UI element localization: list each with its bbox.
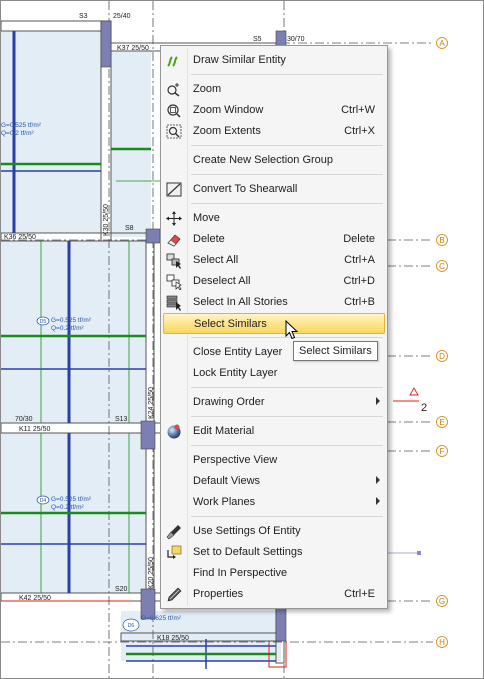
column-label-s8: S8 — [125, 225, 134, 232]
beam-label-k36: K36 25/50 — [4, 234, 36, 241]
menu-item-default-views[interactable]: Default Views — [163, 471, 385, 492]
menu-item-draw-similar-entity[interactable]: Draw Similar Entity — [163, 50, 385, 71]
menu-item-zoom-extents[interactable]: Zoom Extents Ctrl+X — [163, 121, 385, 142]
column-size-s3: 25/40 — [113, 13, 131, 20]
slab-tag-d1: D5 — [40, 319, 47, 325]
axis-label-e: E — [439, 418, 444, 427]
tooltip: Select Similars — [293, 341, 378, 361]
beam-label-k37: K37 25/50 — [117, 45, 149, 52]
load-q-slab1: Q=0.2 tf/m² — [1, 130, 35, 137]
menu-item-deselect-all[interactable]: Deselect All Ctrl+D — [163, 271, 385, 292]
axis-label-h: H — [439, 638, 445, 647]
eyedropper-icon — [165, 523, 183, 540]
load-q-slab2: Q=0.2 tf/m² — [51, 325, 85, 332]
beam-label-k18: K18 25/50 — [157, 635, 189, 642]
submenu-arrow-icon — [376, 497, 380, 505]
column-size-s13: 70/30 — [15, 416, 33, 423]
menu-item-zoom[interactable]: Zoom — [163, 79, 385, 100]
submenu-arrow-icon — [376, 476, 380, 484]
menu-item-properties[interactable]: Properties Ctrl+E — [163, 584, 385, 605]
axis-label-c: C — [439, 262, 445, 271]
slab-tag-d2: D4 — [40, 498, 47, 504]
menu-item-convert-to-shearwall[interactable]: Convert To Shearwall — [163, 179, 385, 200]
column-label-s20: S20 — [115, 586, 128, 593]
eraser-icon — [165, 231, 183, 248]
menu-item-select-similars[interactable]: Select Similars — [163, 313, 385, 334]
beam-label-k30: K30 25/50 — [103, 204, 110, 236]
menu-item-zoom-window[interactable]: Zoom Window Ctrl+W — [163, 100, 385, 121]
axis-label-b: B — [439, 236, 444, 245]
axis-label-f: F — [440, 447, 445, 456]
menu-item-select-all[interactable]: Select All Ctrl+A — [163, 250, 385, 271]
beam-label-k42: K42 25/50 — [19, 595, 51, 602]
menu-item-lock-entity-layer[interactable]: Lock Entity Layer — [163, 363, 385, 384]
level-number: 2 — [421, 402, 427, 414]
mouse-pointer-icon — [285, 320, 299, 340]
menu-item-use-settings-of-entity[interactable]: Use Settings Of Entity — [163, 521, 385, 542]
zoom-icon — [165, 81, 183, 98]
menu-item-create-selection-group[interactable]: Create New Selection Group — [163, 150, 385, 171]
convert-shearwall-icon — [165, 181, 183, 198]
column-label-s3: S3 — [79, 13, 88, 20]
menu-item-move[interactable]: Move — [163, 208, 385, 229]
default-settings-icon — [165, 544, 183, 561]
axis-label-d: D — [439, 352, 445, 361]
slab-tag-d4: D6 — [128, 623, 135, 629]
select-all-icon — [165, 252, 183, 269]
load-g-slab4: G=0.625 tf/m² — [141, 615, 182, 622]
move-icon — [165, 210, 183, 227]
axis-label-g: G — [439, 597, 445, 606]
column-size-s5: 30/70 — [287, 36, 305, 43]
menu-item-edit-material[interactable]: Edit Material — [163, 421, 385, 442]
zoom-window-icon — [165, 102, 183, 119]
menu-item-set-default-settings[interactable]: Set to Default Settings — [163, 542, 385, 563]
draw-similar-icon — [165, 52, 183, 69]
submenu-arrow-icon — [376, 397, 380, 405]
menu-item-drawing-order[interactable]: Drawing Order — [163, 392, 385, 413]
menu-item-find-in-perspective[interactable]: Find In Perspective — [163, 563, 385, 584]
beam-label-k11: K11 25/50 — [19, 426, 51, 433]
load-q-slab3: Q=0.2 tf/m² — [51, 504, 85, 511]
column-label-s13: S13 — [115, 416, 128, 423]
load-g-slab3: G=0.525 tf/m² — [51, 496, 92, 503]
load-g-slab1: G=0.525 tf/m² — [1, 122, 42, 129]
axis-label-a: A — [439, 39, 445, 48]
menu-item-perspective-view[interactable]: Perspective View — [163, 450, 385, 471]
menu-item-work-planes[interactable]: Work Planes — [163, 492, 385, 513]
zoom-extents-icon — [165, 123, 183, 140]
beam-label-k20: K20 25/50 — [148, 557, 155, 589]
load-g-slab2: G=0.525 tf/m² — [51, 317, 92, 324]
select-stories-icon — [165, 294, 183, 311]
material-sphere-icon — [165, 423, 183, 440]
menu-item-delete[interactable]: Delete Delete — [163, 229, 385, 250]
column-label-s5: S5 — [253, 36, 262, 43]
context-menu: Draw Similar Entity Zoom Zoom Window Ctr… — [160, 45, 388, 609]
menu-item-select-in-all-stories[interactable]: Select In All Stories Ctrl+B — [163, 292, 385, 313]
properties-icon — [165, 586, 183, 603]
deselect-all-icon — [165, 273, 183, 291]
beam-label-k24: K24 25/50 — [148, 387, 155, 419]
